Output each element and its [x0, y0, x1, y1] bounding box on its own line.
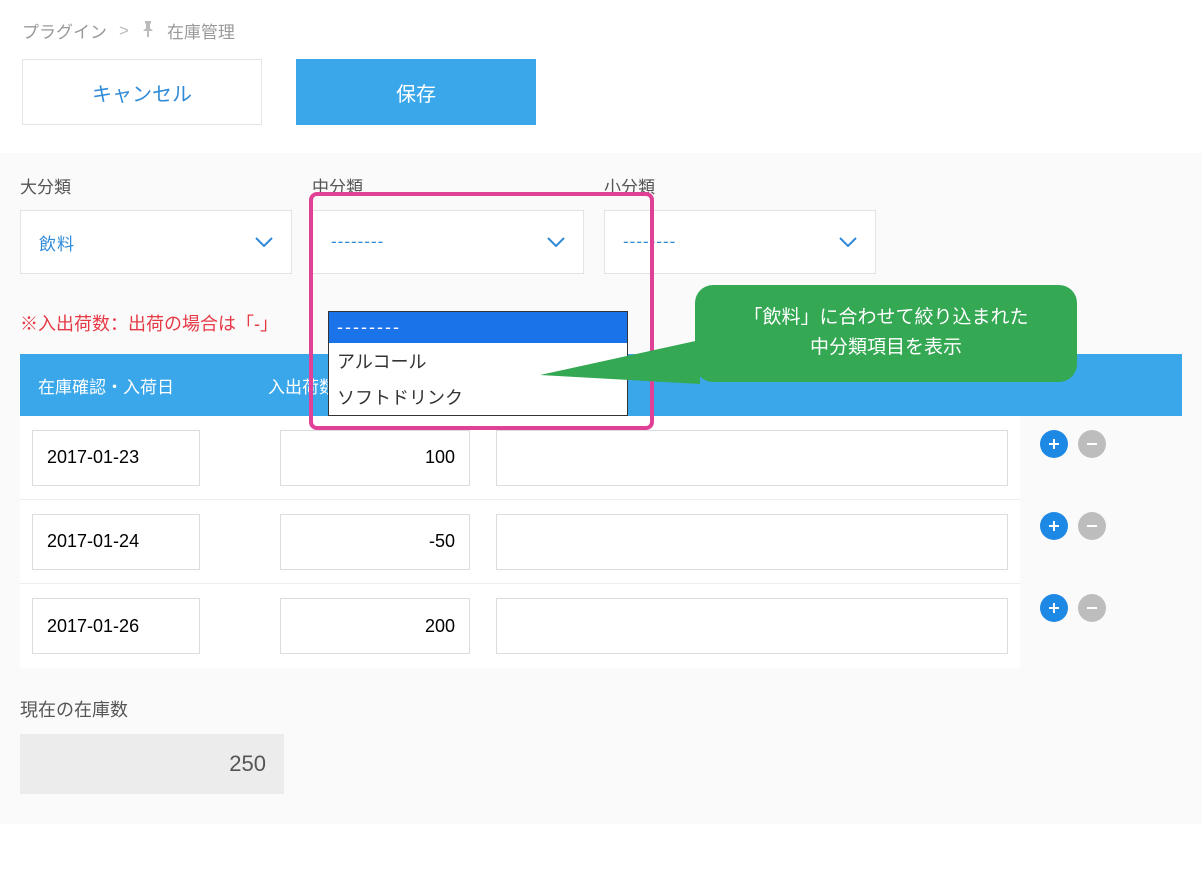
- dropdown-option[interactable]: ソフトドリンク: [329, 379, 627, 415]
- date-input[interactable]: [32, 430, 200, 486]
- add-row-button[interactable]: [1040, 512, 1068, 540]
- remove-row-button[interactable]: [1078, 512, 1106, 540]
- chevron-down-icon: [839, 237, 857, 247]
- table-row: [20, 500, 1020, 584]
- plus-icon: [1047, 601, 1061, 615]
- breadcrumb: プラグイン > 在庫管理: [0, 0, 1202, 59]
- current-stock-value: 250: [20, 734, 284, 794]
- pin-icon: [141, 21, 155, 41]
- plus-icon: [1047, 519, 1061, 533]
- chevron-down-icon: [547, 237, 565, 247]
- medium-category-select[interactable]: --------: [312, 210, 584, 274]
- dropdown-option[interactable]: アルコール: [329, 343, 627, 379]
- table-body: [20, 416, 1020, 668]
- table-head-date: 在庫確認・入荷日: [20, 373, 268, 398]
- large-category-field: 大分類 飲料: [20, 173, 292, 274]
- qty-input[interactable]: [280, 598, 470, 654]
- small-category-value: --------: [623, 232, 676, 252]
- table-row: [20, 416, 1020, 500]
- minus-icon: [1085, 519, 1099, 533]
- qty-input[interactable]: [280, 514, 470, 570]
- memo-input[interactable]: [496, 430, 1008, 486]
- current-stock-label: 現在の在庫数: [20, 696, 1182, 722]
- minus-icon: [1085, 601, 1099, 615]
- minus-icon: [1085, 437, 1099, 451]
- breadcrumb-separator: >: [119, 21, 129, 41]
- callout-text-line2: 中分類項目を表示: [715, 333, 1057, 363]
- row-actions: [1020, 512, 1106, 540]
- row-actions-column: [1020, 416, 1106, 622]
- small-category-field: 小分類 --------: [604, 173, 876, 274]
- remove-row-button[interactable]: [1078, 594, 1106, 622]
- cancel-button[interactable]: キャンセル: [22, 59, 262, 125]
- date-input[interactable]: [32, 514, 200, 570]
- remove-row-button[interactable]: [1078, 430, 1106, 458]
- add-row-button[interactable]: [1040, 594, 1068, 622]
- date-input[interactable]: [32, 598, 200, 654]
- action-bar: キャンセル 保存: [0, 59, 1202, 153]
- breadcrumb-parent[interactable]: プラグイン: [22, 18, 107, 43]
- memo-input[interactable]: [496, 514, 1008, 570]
- large-category-label: 大分類: [20, 173, 292, 198]
- memo-input[interactable]: [496, 598, 1008, 654]
- row-actions: [1020, 430, 1106, 458]
- add-row-button[interactable]: [1040, 430, 1068, 458]
- table-row: [20, 584, 1020, 668]
- callout-text-line1: 「飲料」に合わせて絞り込まれた: [715, 303, 1057, 333]
- plus-icon: [1047, 437, 1061, 451]
- info-callout: 「飲料」に合わせて絞り込まれた 中分類項目を表示: [695, 285, 1077, 382]
- small-category-select[interactable]: --------: [604, 210, 876, 274]
- dropdown-option[interactable]: --------: [329, 312, 627, 343]
- large-category-value: 飲料: [39, 230, 75, 255]
- medium-category-dropdown[interactable]: -------- アルコール ソフトドリンク: [328, 311, 628, 416]
- category-row: 大分類 飲料 中分類 -------- 小分類 --------: [20, 173, 1182, 274]
- form-panel: 大分類 飲料 中分類 -------- 小分類 --------: [0, 153, 1202, 824]
- medium-category-value: --------: [331, 232, 384, 252]
- save-button[interactable]: 保存: [296, 59, 536, 125]
- small-category-label: 小分類: [604, 173, 876, 198]
- row-actions: [1020, 594, 1106, 622]
- medium-category-field: 中分類 --------: [312, 173, 584, 274]
- medium-category-label: 中分類: [312, 173, 584, 198]
- qty-input[interactable]: [280, 430, 470, 486]
- chevron-down-icon: [255, 237, 273, 247]
- breadcrumb-current: 在庫管理: [167, 18, 235, 43]
- large-category-select[interactable]: 飲料: [20, 210, 292, 274]
